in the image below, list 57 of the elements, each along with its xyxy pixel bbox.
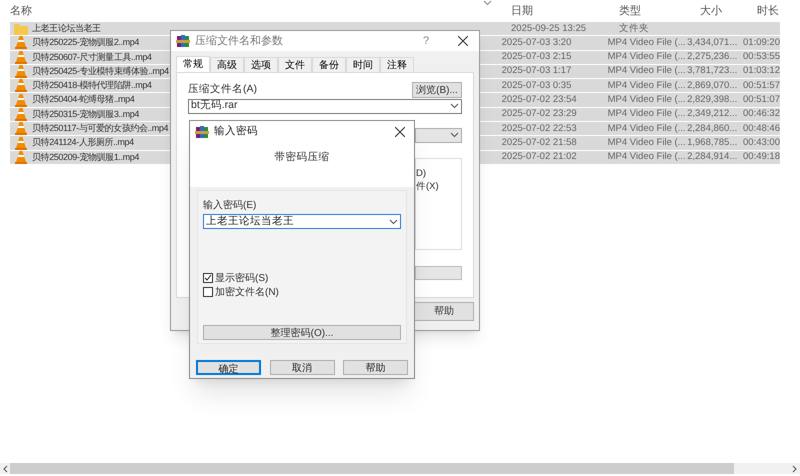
file-name: 上老王论坛当老王 bbox=[32, 22, 101, 35]
file-name: 贝特250425-专业模特束缚体验..mp4 bbox=[32, 64, 169, 78]
file-name: 贝特250315-宠物驯服3..mp4 bbox=[32, 108, 139, 121]
file-name: 贝特250404-蛇缚母猪..mp4 bbox=[32, 93, 134, 106]
size-cell: 1,968,785... bbox=[687, 136, 738, 148]
size-cell: 2,284,860... bbox=[687, 122, 738, 134]
duration-cell: 01:09:20 bbox=[743, 36, 780, 48]
duration-cell: 00:51:57 bbox=[743, 80, 780, 91]
date-cell-text: 2025-07-02 23:29 bbox=[502, 107, 578, 122]
date-cell-text: 2025-07-02 22:53 bbox=[502, 122, 578, 136]
duration-cell: 00:43:00 bbox=[743, 136, 780, 148]
size-cell: 2,349,212... bbox=[687, 108, 738, 120]
type-cell: MP4 Video File (... bbox=[608, 36, 686, 48]
duration-cell: 00:48:46 bbox=[743, 122, 780, 134]
field-label: 压缩文件名(A) bbox=[188, 82, 257, 97]
date-cell-text: 2025-07-02 23:54 bbox=[502, 93, 578, 108]
type-cell: MP4 Video File (... bbox=[608, 51, 686, 62]
size-cell: 3,434,071... bbox=[687, 36, 738, 48]
duration-cell: 00:51:07 bbox=[743, 94, 780, 106]
window-title: 输入密码 bbox=[214, 124, 259, 139]
date-cell-text: 2025-09-25 13:25 bbox=[511, 22, 588, 36]
option-label: D) bbox=[416, 166, 428, 180]
date-cell-text: 2025-07-02 21:02 bbox=[502, 150, 578, 164]
type-cell: 文件夹 bbox=[619, 22, 649, 34]
size-cell: 2,829,398... bbox=[687, 94, 738, 106]
date-cell-text: 2025-07-02 21:58 bbox=[502, 136, 578, 150]
date-cell-text: 2025-07-03 0:35 bbox=[502, 78, 572, 93]
option-label: 件(X) bbox=[416, 180, 440, 193]
size-cell: 2,869,070... bbox=[687, 80, 738, 91]
type-cell: MP4 Video File (... bbox=[608, 65, 686, 76]
type-cell: MP4 Video File (... bbox=[608, 94, 686, 106]
duration-cell: 00:53:55 bbox=[743, 51, 780, 62]
duration-cell: 00:46:32 bbox=[743, 108, 780, 120]
file-name: 贝特250225-宠物驯服2..mp4 bbox=[32, 36, 139, 50]
checkbox-label: 显示密码(S) bbox=[215, 272, 268, 286]
date-cell-text: 2025-07-03 3:20 bbox=[502, 36, 572, 50]
type-cell: MP4 Video File (... bbox=[608, 122, 686, 134]
type-cell: MP4 Video File (... bbox=[608, 108, 686, 120]
checkbox-label: 加密文件名(N) bbox=[215, 286, 279, 300]
type-cell: MP4 Video File (... bbox=[608, 151, 686, 162]
file-name: 贝特250209-宠物驯服1..mp4 bbox=[32, 150, 139, 164]
file-name: 贝特250607-尺寸测量工具..mp4 bbox=[32, 50, 152, 64]
file-name: 贝特250418-模特代理陷阱..mp4 bbox=[32, 79, 152, 92]
size-cell: 3,781,723... bbox=[687, 65, 738, 76]
field-label: 输入密码(E) bbox=[203, 198, 258, 213]
dialog-heading: 带密码压缩 bbox=[274, 150, 330, 165]
size-cell: 2,284,914... bbox=[687, 151, 738, 162]
duration-cell: 01:03:12 bbox=[743, 65, 780, 76]
date-cell-text: 2025-07-03 2:15 bbox=[502, 50, 572, 64]
size-cell: 2,275,236... bbox=[687, 51, 738, 62]
window-title: 压缩文件名和参数 bbox=[195, 34, 284, 49]
type-cell: MP4 Video File (... bbox=[608, 80, 686, 91]
file-name: 贝特250117-与可爱的女孩约会..mp4 bbox=[32, 122, 168, 135]
date-cell-text: 2025-07-03 1:17 bbox=[502, 64, 572, 78]
type-cell: MP4 Video File (... bbox=[608, 136, 686, 148]
file-name: 贝特241124-人形厕所..mp4 bbox=[32, 136, 134, 150]
duration-cell: 00:49:18 bbox=[743, 151, 780, 162]
